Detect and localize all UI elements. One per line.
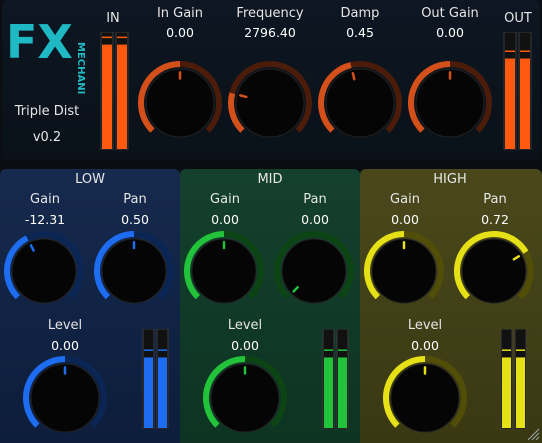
meter-fill: [158, 357, 167, 428]
out-gain-label: Out Gain: [421, 6, 479, 21]
low-band-title: LOW: [75, 172, 105, 187]
meter-fill: [324, 357, 333, 428]
logo-letters: FX: [6, 15, 73, 69]
in-gain-knob[interactable]: [137, 60, 223, 146]
meter-fill: [520, 58, 530, 149]
high-level-knob[interactable]: [382, 355, 468, 441]
meter-fill: [144, 357, 153, 428]
low-level-label: Level: [47, 318, 83, 333]
frequency-value: 2796.40: [244, 25, 296, 40]
meter-peak: [505, 50, 515, 53]
high-gain-value: 0.00: [391, 212, 419, 227]
low-level-value: 0.00: [51, 338, 79, 353]
mid-level-knob[interactable]: [202, 355, 288, 441]
high-band-meter: [500, 329, 527, 429]
meter-peak: [324, 349, 333, 351]
out-gain-knob[interactable]: [407, 60, 493, 146]
low-gain-knob[interactable]: [3, 230, 85, 312]
input-level-meter: [100, 32, 129, 150]
plugin-version: v0.2: [32, 130, 62, 145]
low-pan-knob[interactable]: [93, 230, 175, 312]
damp-knob[interactable]: [317, 60, 403, 146]
output-level-meter: [503, 32, 532, 150]
mid-gain-value: 0.00: [211, 212, 239, 227]
high-gain-label: Gain: [390, 192, 420, 207]
fx-mechanic-logo: FX MECHANIC: [6, 15, 86, 94]
high-gain-knob[interactable]: [363, 230, 445, 312]
damp-label: Damp: [340, 6, 380, 21]
meter-fill: [102, 44, 112, 149]
low-band-meter: [142, 329, 169, 429]
logo-subtext: MECHANIC: [75, 42, 86, 94]
in-gain-value: 0.00: [166, 25, 194, 40]
out-meter-label: OUT: [504, 11, 532, 26]
high-level-label: Level: [407, 318, 443, 333]
knob-body: [11, 238, 77, 304]
knob-body: [461, 238, 527, 304]
meter-peak: [502, 349, 511, 351]
mid-band-meter: [322, 329, 349, 429]
mid-pan-knob[interactable]: [273, 230, 355, 312]
high-pan-value: 0.72: [481, 212, 509, 227]
meter-peak: [102, 36, 112, 39]
low-gain-label: Gain: [30, 192, 60, 207]
high-level-value: 0.00: [411, 338, 439, 353]
frequency-knob[interactable]: [227, 60, 313, 146]
frequency-label: Frequency: [236, 6, 304, 21]
mid-level-value: 0.00: [231, 338, 259, 353]
knob-indicator: [239, 94, 248, 99]
meter-fill: [502, 357, 511, 428]
mid-pan-value: 0.00: [301, 212, 329, 227]
low-level-knob[interactable]: [22, 355, 108, 441]
high-pan-knob[interactable]: [453, 230, 535, 312]
high-pan-label: Pan: [483, 192, 507, 207]
resize-grip-icon[interactable]: [526, 427, 540, 441]
damp-value: 0.45: [346, 25, 374, 40]
knob-body: [325, 68, 395, 138]
mid-gain-label: Gain: [210, 192, 240, 207]
mid-gain-knob[interactable]: [183, 230, 265, 312]
in-meter-label: IN: [106, 11, 120, 26]
low-pan-value: 0.50: [121, 212, 149, 227]
knob-body: [235, 68, 305, 138]
low-gain-value: -12.31: [24, 212, 66, 227]
mid-level-label: Level: [227, 318, 263, 333]
knob-body: [281, 238, 347, 304]
high-band-title: HIGH: [433, 172, 467, 187]
meter-peak: [338, 349, 347, 351]
in-gain-label: In Gain: [156, 6, 204, 21]
knob-indicator: [351, 71, 356, 81]
meter-peak: [144, 349, 153, 351]
meter-peak: [520, 50, 530, 53]
meter-peak: [117, 36, 127, 39]
meter-fill: [117, 44, 127, 149]
mid-band-title: MID: [257, 172, 283, 187]
plugin-name: Triple Dist: [14, 104, 80, 119]
low-pan-label: Pan: [123, 192, 147, 207]
mid-pan-label: Pan: [303, 192, 327, 207]
meter-fill: [338, 357, 347, 428]
meter-fill: [505, 58, 515, 149]
meter-peak: [158, 349, 167, 351]
meter-fill: [516, 357, 525, 428]
out-gain-value: 0.00: [436, 25, 464, 40]
meter-peak: [516, 349, 525, 351]
